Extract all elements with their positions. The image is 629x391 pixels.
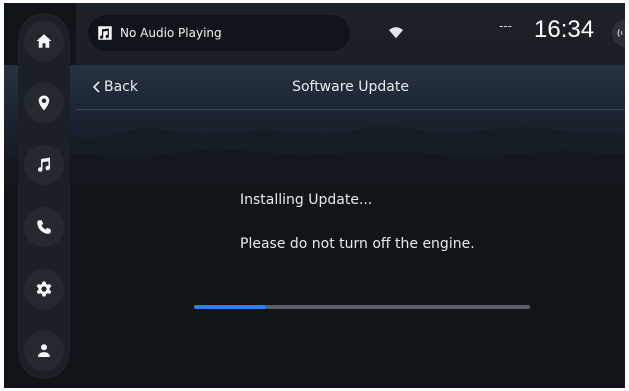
page-header: Back Software Update [76, 65, 625, 110]
music-note-icon [98, 26, 112, 40]
engine-warning-text: Please do not turn off the engine. [240, 236, 475, 252]
nav-profile-button[interactable] [24, 331, 64, 371]
signal-indicator: --- [499, 19, 512, 33]
infotainment-screen: No Audio Playing --- 16:34 Back Software… [4, 3, 625, 388]
nav-home-button[interactable] [24, 21, 64, 61]
left-nav-rail [18, 13, 70, 379]
media-label: No Audio Playing [120, 26, 222, 40]
location-pin-icon [38, 95, 50, 111]
update-progress-fill [194, 305, 265, 309]
update-progress-bar [194, 305, 530, 309]
status-bar: No Audio Playing --- 16:34 [76, 3, 625, 65]
nav-phone-button[interactable] [24, 207, 64, 247]
nav-navigation-button[interactable] [24, 83, 64, 123]
update-panel: Installing Update... Please do not turn … [76, 109, 625, 388]
page-title: Software Update [292, 79, 409, 95]
nav-media-button[interactable] [24, 145, 64, 185]
clock: 16:34 [534, 16, 595, 43]
gear-icon [36, 281, 52, 297]
voice-assistant-icon [617, 28, 625, 37]
nav-settings-button[interactable] [24, 269, 64, 309]
media-widget[interactable]: No Audio Playing [88, 15, 350, 51]
person-icon [38, 344, 50, 357]
update-status-text: Installing Update... [240, 192, 373, 208]
home-icon [36, 34, 52, 48]
voice-assistant-button[interactable] [612, 19, 625, 47]
wifi-icon [389, 27, 403, 39]
music-note-icon [38, 157, 51, 172]
phone-icon [37, 220, 51, 234]
